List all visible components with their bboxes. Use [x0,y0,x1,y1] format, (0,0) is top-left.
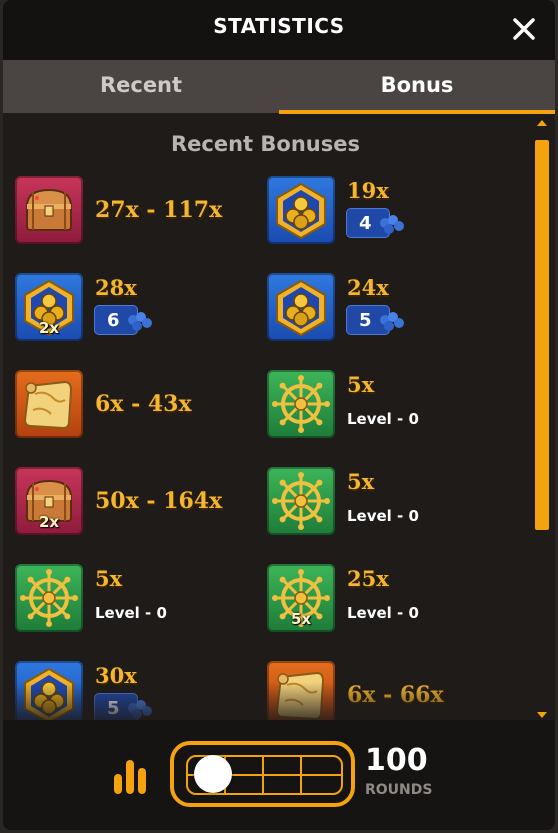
bonus-item: 2x 50x - 164x [15,467,265,541]
multiplier-badge: 2x [38,513,60,531]
cannonball-count: 4 [359,213,372,234]
rounds-label: ROUNDS [365,782,433,798]
bonus-item: 5x Level - 0 [15,564,265,638]
bonus-multiplier: 5x [95,566,123,591]
bonus-multiplier: 19x [347,178,389,203]
cannonball-count-chip: 6 [94,305,152,335]
cannonball-count-chip: 5 [94,693,152,720]
bonus-item: 30x 5 [15,661,265,720]
ship-wheel-icon [15,564,83,632]
bonus-list: Recent Bonuses 27x - 117x 19x 4 2x 28x 6 24x 5 6… [3,114,555,720]
bonus-multiplier: 28x [95,275,137,300]
bonus-multiplier: 5x [347,469,375,494]
tab-recent[interactable]: Recent [3,60,279,113]
cannonballs-icon [267,176,335,244]
scroll-up-arrow-icon[interactable] [537,120,547,126]
bonus-range: 6x - 66x [347,682,444,708]
tab-bonus[interactable]: Bonus [279,60,555,113]
bar-chart-icon [114,760,146,794]
bonus-level: Level - 0 [95,604,167,622]
tab-bar: Recent Bonus [3,60,555,113]
bonus-item: 2x 28x 6 [15,273,265,347]
bonus-item: 5x Level - 0 [267,467,517,541]
close-icon [513,18,535,40]
slider-knob[interactable] [194,755,232,793]
bonus-range: 27x - 117x [95,197,223,223]
map-scroll-icon [267,661,335,720]
footer: 100 ROUNDS [3,720,555,830]
close-button[interactable] [509,14,539,44]
ship-wheel-icon [267,370,335,438]
header: STATISTICS [3,0,555,60]
cannonball-count: 5 [107,698,120,719]
cannonball-count-chip: 4 [346,208,404,238]
ship-wheel-icon [267,467,335,535]
cannonball-count: 6 [107,310,120,331]
scroll-thumb[interactable] [535,140,549,530]
ship-wheel-icon: 5x [267,564,335,632]
section-title: Recent Bonuses [171,132,360,156]
panel-title: STATISTICS [213,14,345,38]
bonus-item: 27x - 117x [15,176,265,250]
bonus-range: 6x - 43x [95,391,192,417]
bonus-multiplier: 5x [347,372,375,397]
bonus-level: Level - 0 [347,604,419,622]
cannonballs-icon [267,273,335,341]
bonus-item: 5x 25x Level - 0 [267,564,517,638]
bonus-multiplier: 24x [347,275,389,300]
bonus-item: 6x - 43x [15,370,265,444]
bonus-item: 6x - 66x [267,661,517,720]
cannonball-count-chip: 5 [346,305,404,335]
bonus-level: Level - 0 [347,507,419,525]
treasure-chest-icon: 2x [15,467,83,535]
multiplier-badge: 5x [290,610,312,628]
treasure-chest-icon [15,176,83,244]
bonus-level: Level - 0 [347,410,419,428]
bonus-item: 19x 4 [267,176,517,250]
bonus-multiplier: 25x [347,566,389,591]
cannonballs-icon: 2x [15,273,83,341]
bonus-item: 5x Level - 0 [267,370,517,444]
rounds-value: 100 [365,743,428,778]
cannonballs-icon [15,661,83,720]
rounds-slider[interactable] [170,741,355,807]
bonus-multiplier: 30x [95,663,137,688]
bonus-item: 24x 5 [267,273,517,347]
multiplier-badge: 2x [38,319,60,337]
scrollbar[interactable] [535,114,549,720]
scroll-down-arrow-icon[interactable] [537,712,547,718]
statistics-panel: STATISTICS Recent Bonus Recent Bonuses 2… [3,0,555,830]
bonus-range: 50x - 164x [95,488,223,514]
cannonball-count: 5 [359,310,372,331]
map-scroll-icon [15,370,83,438]
